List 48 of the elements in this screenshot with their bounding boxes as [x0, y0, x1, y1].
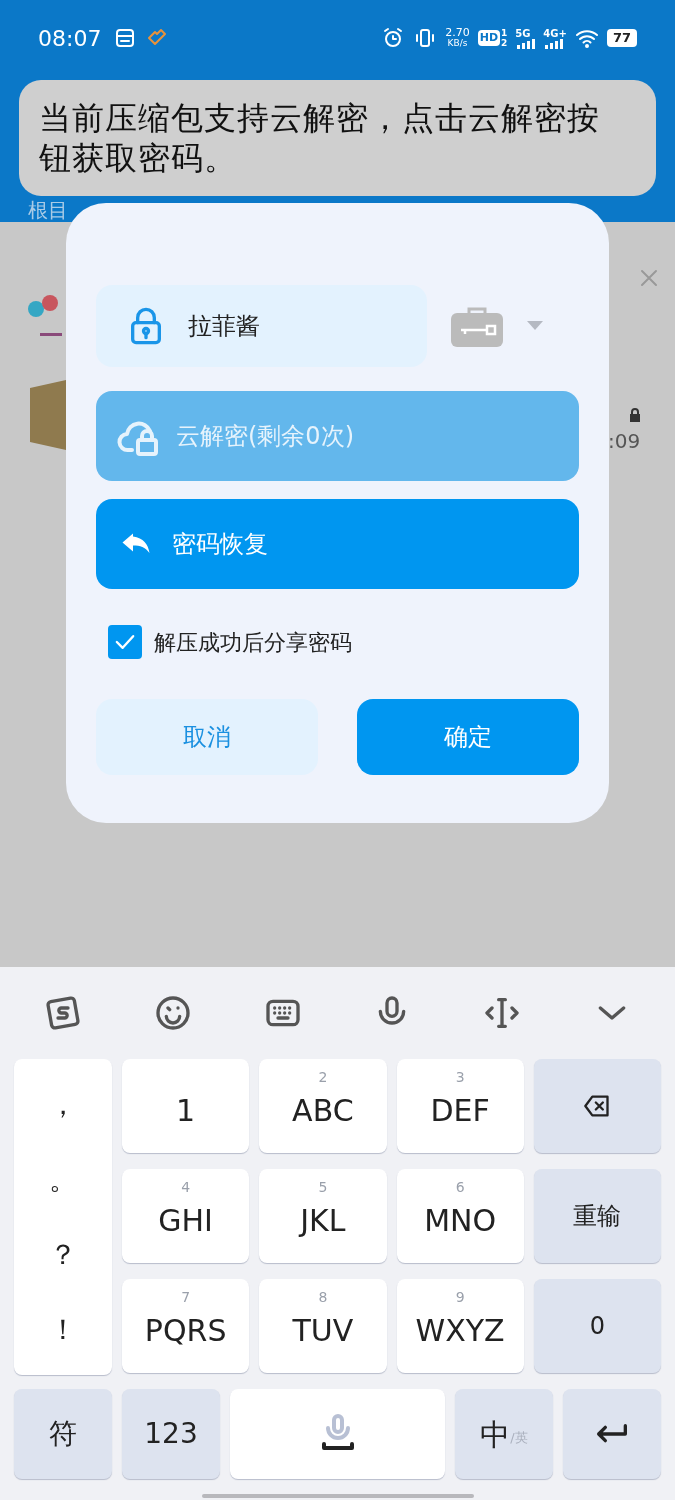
symbol-item[interactable]: 。	[49, 1158, 77, 1201]
symbol-item[interactable]: ，	[49, 1083, 77, 1126]
space-key[interactable]	[230, 1389, 445, 1479]
key-digit: 6	[455, 1178, 465, 1197]
status-time: 08:07	[38, 24, 102, 53]
key-digit: 9	[455, 1288, 465, 1307]
keyboard-key[interactable]: 7 PQRS	[122, 1279, 250, 1373]
symbol-item[interactable]: ？	[49, 1233, 77, 1276]
password-field[interactable]: 拉菲酱	[96, 285, 427, 367]
network-type: 4G+	[543, 27, 567, 39]
net-unit: KB/s	[447, 38, 468, 49]
numbers-key[interactable]: 123	[122, 1389, 220, 1479]
file-time: :09	[608, 428, 641, 455]
key-digit: 4	[181, 1178, 191, 1197]
keyboard-key[interactable]: 4 GHI	[122, 1169, 250, 1263]
enter-key[interactable]	[563, 1389, 661, 1479]
dropdown-icon[interactable]	[527, 321, 543, 331]
keyboard-key[interactable]: 3 DEF	[396, 1059, 524, 1153]
keyboard-key[interactable]: 1	[122, 1059, 250, 1153]
key-digit: 3	[455, 1068, 465, 1087]
network-type: 5G	[515, 27, 532, 39]
symbol-item[interactable]: ！	[49, 1308, 77, 1351]
signal-icon	[543, 38, 564, 49]
net-speed: 2.70	[445, 27, 470, 38]
lock-icon	[629, 408, 641, 422]
key-digit: 2	[318, 1068, 328, 1087]
sim-slot: 1	[501, 28, 508, 38]
key-digit: 7	[181, 1288, 191, 1307]
keyboard-key[interactable]: 6 MNO	[396, 1169, 524, 1263]
signal-icon	[515, 38, 536, 49]
key-case-icon[interactable]	[451, 305, 503, 347]
share-checkbox-label: 解压成功后分享密码	[154, 628, 352, 657]
key-digit: 8	[318, 1288, 328, 1307]
toast: 当前压缩包支持云解密，点击云解密按钮获取密码。	[19, 80, 656, 196]
keyboard-key[interactable]: 2 ABC	[259, 1059, 387, 1153]
keyboard-key[interactable]: 9 WXYZ	[396, 1279, 524, 1373]
keyboard-key[interactable]: 8 TUV	[259, 1279, 387, 1373]
symbols-key[interactable]: 符	[14, 1389, 112, 1479]
key-digit: 5	[318, 1178, 328, 1197]
battery-indicator: 77	[606, 29, 637, 47]
hd-badge: HD	[477, 29, 501, 47]
symbol-key[interactable]: ， 。 ？ ！	[14, 1059, 112, 1375]
sim-slot: 2	[501, 38, 508, 48]
keyboard-key[interactable]: 0	[533, 1279, 661, 1373]
keyboard-key[interactable]: 5 JKL	[259, 1169, 387, 1263]
keyboard-key[interactable]: 重输	[533, 1169, 661, 1263]
share-checkbox[interactable]	[108, 625, 142, 659]
backspace-key[interactable]	[533, 1059, 661, 1153]
